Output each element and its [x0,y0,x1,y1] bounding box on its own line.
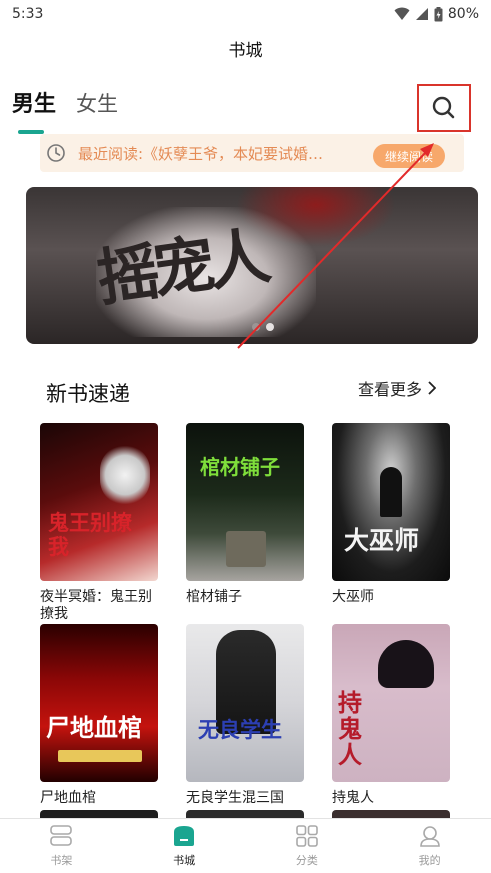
nav-bookshelf[interactable]: 书架 [0,819,123,873]
book-card[interactable]: 无良学生 无良学生混三国 [186,624,304,807]
book-card[interactable]: 持鬼人 持鬼人 [332,624,450,807]
book-title: 夜半冥婚：鬼王别撩我 [40,589,152,622]
search-icon [432,96,455,119]
book-cover: 大巫师 [332,423,450,581]
nav-bookshelf-label: 书架 [50,854,73,867]
nav-profile-label: 我的 [418,854,441,867]
chevron-right-icon [428,381,437,395]
recent-reading-bar[interactable]: 最近阅读:《妖孽王爷，本妃要试婚… 继续阅读 [40,134,464,172]
cover-text: 大巫师 [344,526,420,555]
cover-text: 鬼王别撩我 [48,510,132,559]
cover-text: 尸地血棺 [46,713,142,742]
page-title: 书城 [228,41,263,61]
tab-male-label: 男生 [12,92,57,117]
profile-icon [419,826,440,847]
cover-text: 持鬼人 [338,688,362,769]
status-time: 5:33 [12,6,44,22]
wifi-icon [394,7,410,20]
banner-carousel[interactable]: 摇宠人 [26,187,478,344]
see-more-link[interactable]: 查看更多 [358,376,437,400]
category-icon [296,825,318,847]
carousel-dot [252,323,260,331]
carousel-dot-active [266,323,274,331]
nav-bookstore-label: 书城 [173,854,196,867]
book-title: 持鬼人 [332,790,374,806]
battery-level: 80% [447,6,479,22]
book-card[interactable]: 尸地血棺 尸地血棺 [40,624,158,807]
book-cover-partial [186,810,304,818]
search-button[interactable] [417,84,471,132]
book-title: 大巫师 [332,589,374,605]
clock-icon [47,144,65,162]
book-title: 尸地血棺 [40,790,96,806]
book-card[interactable]: 大巫师 大巫师 [332,423,450,606]
bottom-navigation: 书架 书城 分类 我的 [0,818,491,873]
book-title: 无良学生混三国 [186,790,284,806]
recent-reading-text: 最近阅读:《妖孽王爷，本妃要试婚… [78,144,324,163]
continue-reading-button[interactable]: 继续阅读 [373,144,445,168]
new-books-section: 新书速递 查看更多 鬼王别撩我 夜半冥婚：鬼王别撩我 棺材铺子 棺材铺子 大巫师… [26,360,466,820]
bookstore-icon [174,826,195,846]
nav-bookstore[interactable]: 书城 [123,819,246,873]
carousel-indicator [252,323,274,331]
status-icons: 80% [394,6,479,22]
book-cover: 鬼王别撩我 [40,423,158,581]
active-tab-indicator [18,130,44,134]
nav-category-label: 分类 [295,854,318,867]
book-cover-partial [332,810,450,818]
book-cover: 无良学生 [186,624,304,782]
book-cover: 尸地血棺 [40,624,158,782]
cover-text: 棺材铺子 [200,455,280,479]
tab-female-label: 女生 [76,92,119,116]
see-more-label: 查看更多 [358,380,423,399]
cover-text: 无良学生 [198,717,282,742]
book-cover: 棺材铺子 [186,423,304,581]
section-title: 新书速递 [46,382,130,406]
bookshelf-icon [50,825,73,846]
book-cover: 持鬼人 [332,624,450,782]
next-row-covers [40,810,460,818]
book-card[interactable]: 鬼王别撩我 夜半冥婚：鬼王别撩我 [40,423,158,623]
nav-category[interactable]: 分类 [246,819,369,873]
book-title: 棺材铺子 [186,589,242,605]
tab-male[interactable]: 男生 [12,86,57,134]
nav-profile[interactable]: 我的 [368,819,491,873]
book-card[interactable]: 棺材铺子 棺材铺子 [186,423,304,606]
status-bar: 5:33 80% [0,0,491,28]
tab-female[interactable]: 女生 [76,88,118,118]
gender-tabs: 男生 女生 [12,86,118,134]
signal-icon [415,8,428,20]
battery-icon [434,6,443,21]
book-cover-partial [40,810,158,818]
